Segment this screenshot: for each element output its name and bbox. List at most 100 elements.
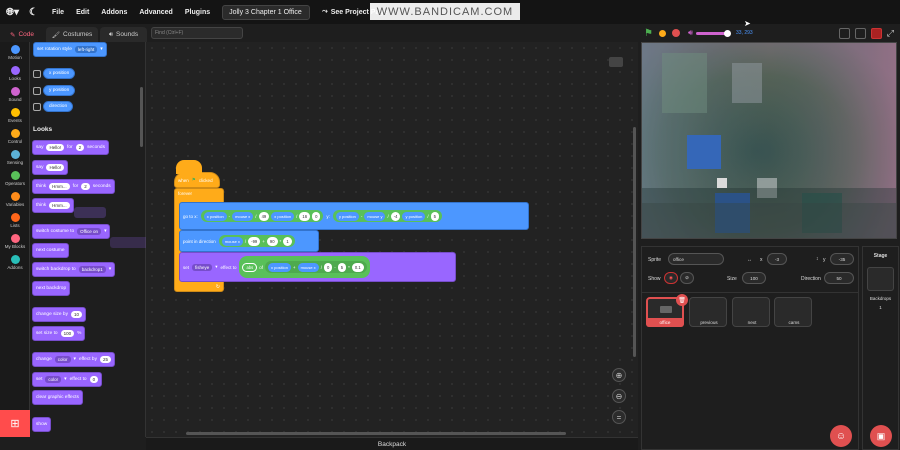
block-point-in-direction[interactable]: point in direction mouse x / -99 +90 * 1 (179, 230, 319, 252)
volume-knob[interactable] (724, 29, 732, 37)
costume-dropdown[interactable]: Office on (77, 228, 102, 235)
globe-icon[interactable]: 🌐︎▾ (6, 7, 19, 18)
theme-moon-icon[interactable]: ☾ (29, 7, 38, 18)
project-title-input[interactable]: Jolly 3 Chapter 1 Office (222, 4, 311, 20)
block-set-effect[interactable]: set color ▾ effect to 0 (32, 372, 103, 387)
block-switch-backdrop[interactable]: switch backdrop to backdrop1 ▾ (32, 262, 116, 277)
category-motion[interactable]: Motion (0, 45, 30, 60)
volume-slider[interactable] (696, 29, 732, 37)
say-text-input[interactable]: Hello! (46, 164, 64, 171)
backpack-bar[interactable]: Backpack (146, 437, 638, 450)
operator-subtract[interactable]: y position - mouse y / -4 y position/5 (332, 210, 442, 222)
category-control[interactable]: Control (0, 129, 30, 144)
operator-add[interactable]: mouse x / -99 +90 * 1 (218, 235, 295, 247)
direction-input[interactable]: 50 (824, 272, 854, 284)
zoom-reset-button[interactable]: = (612, 410, 626, 424)
tab-costumes[interactable]: 🖌︎ Costumes (46, 27, 98, 42)
reporter-y-position[interactable]: y position (335, 211, 359, 221)
sprite-thumb-cams[interactable]: cams (774, 297, 812, 327)
menu-addons[interactable]: Addons (101, 9, 127, 16)
reporter-y-position[interactable]: y position (43, 85, 76, 96)
abs-dropdown[interactable]: abs (242, 262, 258, 272)
y-input[interactable]: -35 (830, 253, 854, 265)
block-next-costume[interactable]: next costume (32, 243, 69, 258)
category-looks[interactable]: Looks (0, 66, 30, 81)
block-think[interactable]: think Hmm... (32, 198, 74, 213)
delete-sprite-button[interactable]: 🗑︎ (676, 294, 688, 306)
reporter-x-position[interactable]: x position (271, 211, 295, 221)
hide-button[interactable]: ⊘ (680, 272, 694, 284)
menu-file[interactable]: File (52, 9, 64, 16)
add-sprite-button[interactable]: ☺ (830, 425, 852, 447)
category-my-blocks[interactable]: My Blocks (0, 234, 30, 249)
effect-dropdown[interactable]: color (45, 376, 62, 383)
fullscreen-icon[interactable]: ⤢ (887, 28, 894, 39)
reporter-mouse-x[interactable]: mouse x (297, 262, 319, 272)
say-secs-input[interactable]: 2 (75, 144, 85, 151)
number-input[interactable]: 16 (299, 211, 311, 221)
set-effect-input[interactable]: 0 (89, 376, 99, 383)
menu-advanced[interactable]: Advanced (139, 9, 172, 16)
change-size-input[interactable]: 10 (71, 311, 83, 318)
operator-abs[interactable]: abs of x position + mouse x/0 -5 * 0.1 (239, 256, 370, 278)
effect-dropdown[interactable]: fisheye (192, 263, 213, 271)
block-go-to-xy[interactable]: go to x: x position - mouse x/49 x positi… (179, 202, 529, 230)
category-sound[interactable]: Sound (0, 87, 30, 102)
sprite-thumb-previous[interactable]: previous (689, 297, 727, 327)
backdrop-dropdown[interactable]: backdrop1 (78, 266, 106, 273)
block-set-size[interactable]: set size to 100% (32, 326, 86, 341)
tab-sounds[interactable]: 🔊︎ Sounds (100, 27, 147, 42)
number-input[interactable]: 0 (312, 211, 321, 221)
volume-icon[interactable]: 🔊︎ (688, 28, 693, 38)
block-switch-costume[interactable]: switch costume to Office on ▾ (32, 224, 111, 239)
workspace-scrollbar-v[interactable] (633, 127, 636, 357)
category-operators[interactable]: Operators (0, 171, 30, 186)
operator-multiply[interactable]: x position + mouse x/0 -5 * 0.1 (265, 261, 367, 273)
number-input[interactable]: 1 (283, 236, 292, 246)
category-events[interactable]: Events (0, 108, 30, 123)
think-text-input[interactable]: Hmm... (49, 183, 70, 190)
size-input[interactable]: 100 (742, 272, 766, 284)
pause-button[interactable] (658, 29, 666, 37)
zoom-in-button[interactable]: ⊕ (612, 368, 626, 382)
block-say-for-secs[interactable]: say Hello! for 2 seconds (32, 140, 109, 155)
checkbox-direction[interactable] (33, 103, 41, 111)
find-input[interactable]: Find (Ctrl+F) (151, 27, 243, 39)
stop-button[interactable] (671, 29, 680, 37)
number-input[interactable]: 5 (337, 262, 347, 272)
stage-selector-panel[interactable]: Stage Backdrops 1 ▣ (862, 246, 899, 450)
reporter-mouse-x[interactable]: mouse x (232, 211, 254, 221)
menu-plugins[interactable]: Plugins (185, 9, 210, 16)
change-effect-input[interactable]: 25 (99, 356, 111, 363)
backdrop-thumbnail[interactable] (867, 267, 894, 291)
palette-scrollbar[interactable] (140, 87, 143, 147)
large-stage-button[interactable] (854, 27, 866, 39)
set-size-input[interactable]: 100 (60, 330, 75, 337)
reporter-mouse-y[interactable]: mouse y (364, 211, 386, 221)
tab-code[interactable]: ✎ Code (0, 27, 44, 42)
reporter-x-position[interactable]: x position (268, 262, 291, 272)
reporter-x-position[interactable]: x position (203, 211, 227, 221)
code-workspace[interactable]: when ⚑ clicked forever ↻ go to x: x positi… (146, 42, 638, 437)
add-extension-button[interactable]: ⊞ (0, 410, 30, 437)
zoom-out-button[interactable]: ⊖ (612, 389, 626, 403)
category-variables[interactable]: Variables (0, 192, 30, 207)
stage-mode-button[interactable] (870, 27, 882, 39)
number-input[interactable]: 49 (258, 211, 270, 221)
number-input[interactable]: 0 (323, 262, 333, 272)
reporter-y-position[interactable]: y position (402, 211, 426, 221)
category-lists[interactable]: Lists (0, 213, 30, 228)
reporter-direction[interactable]: direction (43, 101, 74, 112)
checkbox-x-position[interactable] (33, 70, 41, 78)
block-next-backdrop[interactable]: next backdrop (32, 281, 71, 296)
category-sensing[interactable]: Sensing (0, 150, 30, 165)
think-secs-input[interactable]: 2 (81, 183, 90, 190)
block-change-size[interactable]: change size by 10 (32, 307, 87, 322)
number-input[interactable]: 5 (430, 211, 439, 221)
sprite-name-input[interactable]: office (668, 253, 724, 265)
say-text-input[interactable]: Hello! (46, 144, 64, 151)
effect-dropdown[interactable]: color (54, 356, 71, 363)
block-clear-effects[interactable]: clear graphic effects (32, 390, 83, 405)
reporter-x-position[interactable]: x position (43, 68, 76, 79)
block-set-rotation-style[interactable]: set rotation style left-right ▾ (33, 42, 107, 57)
